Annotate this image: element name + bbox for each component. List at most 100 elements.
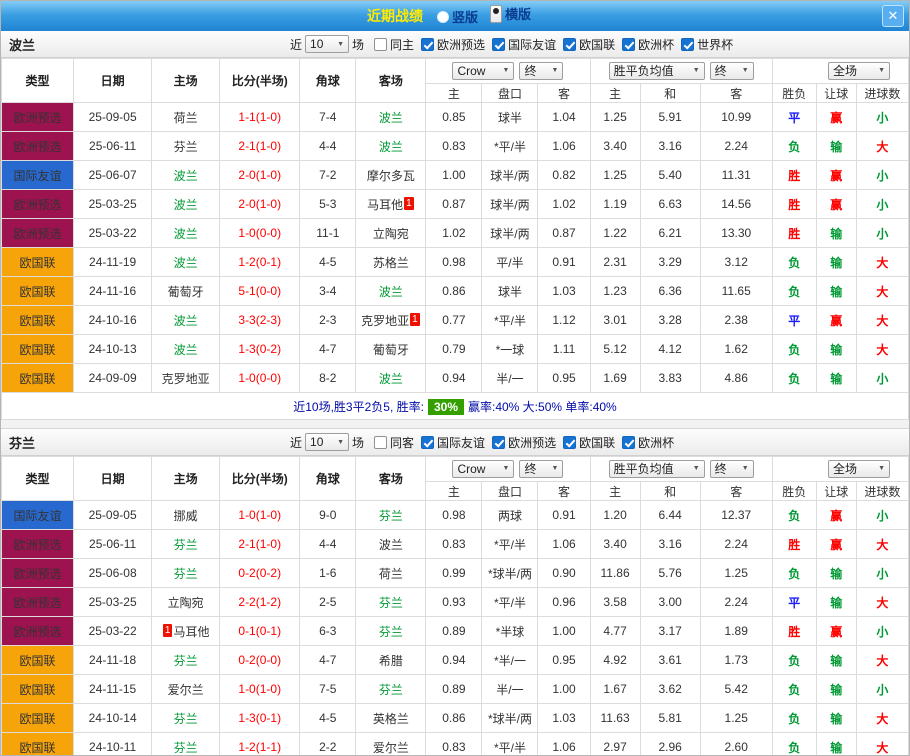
team-section: 芬兰近10▼场同客国际友谊欧洲预选欧国联欧洲杯类型日期主场比分(半场)角球客场C… — [1, 429, 909, 756]
filter-checkbox-国际友谊[interactable]: 国际友谊 — [492, 36, 556, 53]
bookmaker-select[interactable]: Crow▼ — [452, 62, 514, 80]
team-link[interactable]: 葡萄牙 — [168, 285, 204, 299]
team-link[interactable]: 波兰 — [174, 314, 198, 328]
avg-type-select[interactable]: 胜平负均值▼ — [609, 62, 705, 80]
result-goals: 小 — [856, 103, 908, 132]
odds-stage-select[interactable]: 终▼ — [519, 460, 563, 478]
handicap-away-odds: 0.96 — [538, 588, 590, 617]
handicap-line: *球半/两 — [482, 704, 538, 733]
team-link[interactable]: 荷兰 — [174, 111, 198, 125]
checkbox-label: 世界杯 — [697, 36, 733, 53]
avg-away-odds: 3.12 — [700, 248, 772, 277]
score-halftime: 2-0(1-0) — [220, 161, 300, 190]
avg-home-odds: 1.67 — [590, 675, 640, 704]
home-team-cell: 波兰 — [152, 219, 220, 248]
team-link[interactable]: 爱尔兰 — [168, 683, 204, 697]
avg-away-odds: 1.25 — [700, 704, 772, 733]
result-goals: 小 — [856, 559, 908, 588]
avg-home-odds: 3.40 — [590, 530, 640, 559]
match-date: 25-06-07 — [74, 161, 152, 190]
team-link[interactable]: 芬兰 — [174, 140, 198, 154]
handicap-home-odds: 0.94 — [426, 646, 482, 675]
team-link[interactable]: 葡萄牙 — [373, 343, 409, 357]
team-link[interactable]: 荷兰 — [379, 567, 403, 581]
filter-checkbox-欧国联[interactable]: 欧国联 — [563, 434, 615, 451]
layout-radio-0[interactable]: 竖版 — [437, 7, 478, 26]
corner-score: 4-7 — [300, 335, 356, 364]
team-link[interactable]: 波兰 — [174, 343, 198, 357]
team-link[interactable]: 英格兰 — [373, 712, 409, 726]
result-goals: 大 — [856, 530, 908, 559]
team-link[interactable]: 波兰 — [379, 372, 403, 386]
team-link[interactable]: 马耳他 — [367, 198, 403, 212]
away-team-cell: 马耳他1 — [356, 190, 426, 219]
period-header-cell: 全场▼ — [772, 59, 908, 84]
team-link[interactable]: 马耳他 — [173, 625, 209, 639]
score-halftime: 2-2(1-2) — [220, 588, 300, 617]
team-link[interactable]: 芬兰 — [174, 654, 198, 668]
team-link[interactable]: 波兰 — [379, 538, 403, 552]
match-count-select[interactable]: 10▼ — [305, 433, 349, 451]
team-link[interactable]: 波兰 — [174, 227, 198, 241]
handicap-line: *平/半 — [482, 132, 538, 161]
team-link[interactable]: 波兰 — [379, 285, 403, 299]
handicap-home-odds: 0.86 — [426, 704, 482, 733]
team-link[interactable]: 芬兰 — [379, 683, 403, 697]
avg-stage-select[interactable]: 终▼ — [710, 460, 754, 478]
filter-checkbox-欧洲预选[interactable]: 欧洲预选 — [492, 434, 556, 451]
bookmaker-select[interactable]: Crow▼ — [452, 460, 514, 478]
team-link[interactable]: 芬兰 — [174, 538, 198, 552]
team-link[interactable]: 摩尔多瓦 — [367, 169, 415, 183]
team-link[interactable]: 芬兰 — [379, 509, 403, 523]
match-type-badge: 欧国联 — [2, 364, 74, 393]
filter-checkbox-同客[interactable]: 同客 — [374, 434, 414, 451]
filter-checkbox-世界杯[interactable]: 世界杯 — [681, 36, 733, 53]
period-select[interactable]: 全场▼ — [828, 460, 890, 478]
avg-home-odds: 1.20 — [590, 501, 640, 530]
filter-checkbox-同主[interactable]: 同主 — [374, 36, 414, 53]
result-handicap: 输 — [816, 335, 856, 364]
filter-checkbox-欧洲杯[interactable]: 欧洲杯 — [622, 434, 674, 451]
filter-checkbox-国际友谊[interactable]: 国际友谊 — [421, 434, 485, 451]
team-link[interactable]: 希腊 — [379, 654, 403, 668]
match-type-badge: 欧国联 — [2, 733, 74, 756]
close-button[interactable]: ✕ — [882, 5, 904, 27]
team-link[interactable]: 波兰 — [379, 111, 403, 125]
filter-checkbox-欧国联[interactable]: 欧国联 — [563, 36, 615, 53]
team-link[interactable]: 立陶宛 — [373, 227, 409, 241]
team-link[interactable]: 立陶宛 — [168, 596, 204, 610]
team-link[interactable]: 苏格兰 — [373, 256, 409, 270]
team-link[interactable]: 挪威 — [174, 509, 198, 523]
team-link[interactable]: 芬兰 — [174, 741, 198, 755]
team-link[interactable]: 爱尔兰 — [373, 741, 409, 755]
team-link[interactable]: 克罗地亚 — [361, 314, 409, 328]
handicap-home-odds: 1.02 — [426, 219, 482, 248]
team-link[interactable]: 芬兰 — [174, 567, 198, 581]
team-link[interactable]: 波兰 — [174, 256, 198, 270]
filter-checkbox-欧洲杯[interactable]: 欧洲杯 — [622, 36, 674, 53]
team-link[interactable]: 波兰 — [379, 140, 403, 154]
team-link[interactable]: 克罗地亚 — [162, 372, 210, 386]
odds-stage-select[interactable]: 终▼ — [519, 62, 563, 80]
avg-draw-odds: 6.63 — [640, 190, 700, 219]
match-count-select[interactable]: 10▼ — [305, 35, 349, 53]
team-link[interactable]: 芬兰 — [379, 625, 403, 639]
team-link[interactable]: 芬兰 — [379, 596, 403, 610]
avg-type-select[interactable]: 胜平负均值▼ — [609, 460, 705, 478]
checkbox-icon — [374, 38, 387, 51]
checkbox-label: 欧洲杯 — [638, 36, 674, 53]
team-link[interactable]: 芬兰 — [174, 712, 198, 726]
match-type-badge: 欧洲预选 — [2, 559, 74, 588]
period-select[interactable]: 全场▼ — [828, 62, 890, 80]
filter-checkbox-欧洲预选[interactable]: 欧洲预选 — [421, 36, 485, 53]
team-link[interactable]: 波兰 — [174, 198, 198, 212]
avg-away-odds: 11.31 — [700, 161, 772, 190]
radio-icon — [490, 5, 502, 23]
match-row: 欧洲预选25-03-25波兰2-0(1-0)5-3马耳他10.87球半/两1.0… — [2, 190, 909, 219]
result-handicap: 输 — [816, 704, 856, 733]
layout-radio-1[interactable]: 横版 — [490, 4, 531, 23]
summary-row: 近10场,胜3平2负5, 胜率:30%赢率:40% 大:50% 单率:40% — [2, 393, 909, 420]
team-link[interactable]: 波兰 — [174, 169, 198, 183]
avg-stage-select[interactable]: 终▼ — [710, 62, 754, 80]
handicap-away-odds: 1.06 — [538, 132, 590, 161]
